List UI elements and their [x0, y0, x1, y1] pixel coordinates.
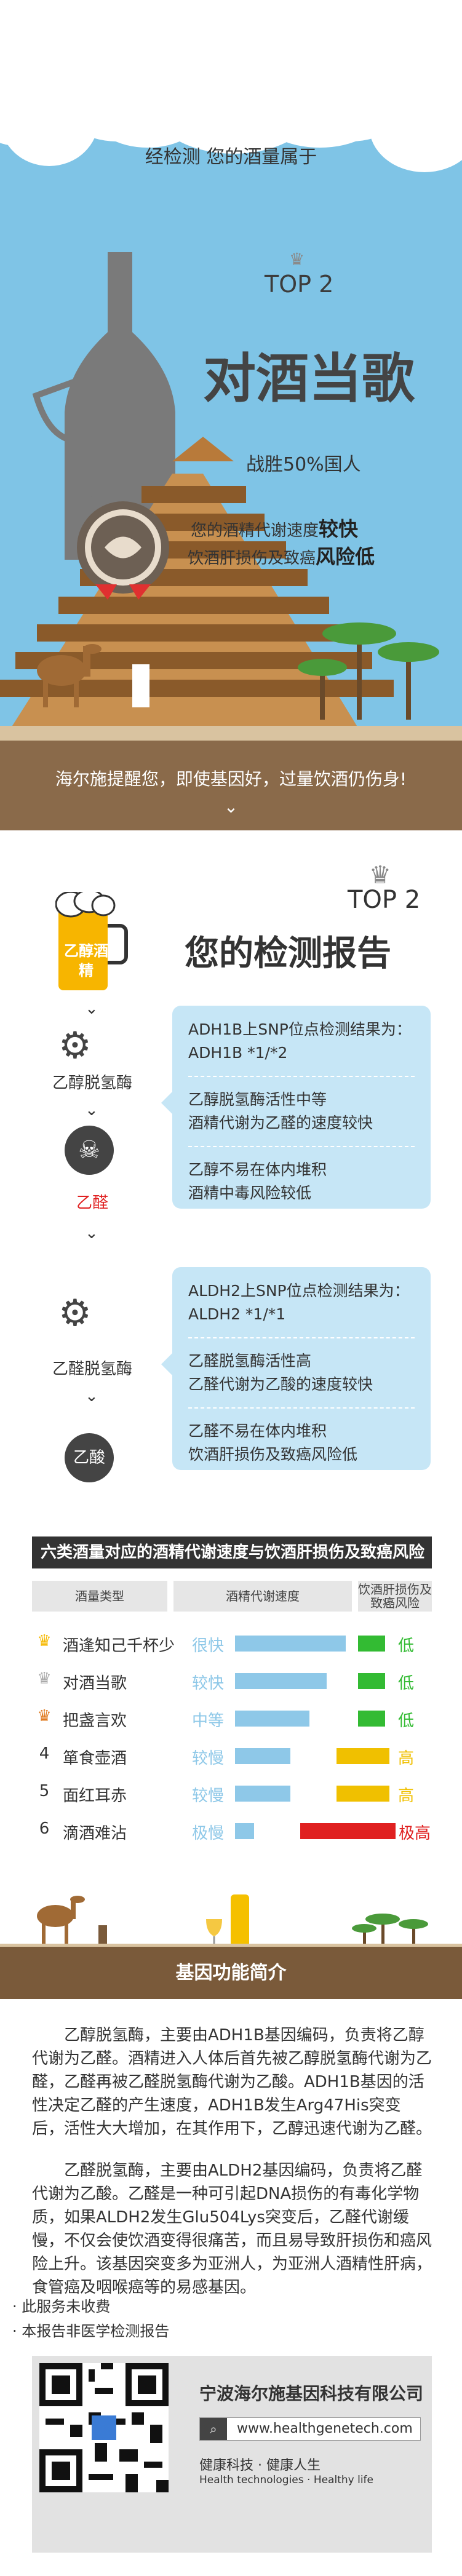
cloud — [92, 80, 203, 148]
callout-pointer — [161, 1353, 172, 1375]
risk-bar — [358, 1673, 385, 1689]
rank-number: 5 — [39, 1782, 50, 1800]
gene-intro-para: 乙醛脱氢酶，主要由ALDH2基因编码，负责将乙醛代谢为乙酸。乙醛是一种可引起DN… — [32, 2161, 432, 2297]
chevron-down-icon: ⌄ — [85, 1224, 98, 1242]
hero-intro: 经检测 您的酒量属于 — [145, 146, 317, 168]
report-title: 您的检测报告 — [185, 934, 391, 974]
enzyme1-label: 乙醇脱氢酶 — [52, 1074, 132, 1092]
intermediate-label: 乙醛 — [76, 1194, 108, 1212]
hero-desc-2: 饮酒肝损伤及致癌风险低 — [188, 545, 375, 568]
capacity-name: 面红耳赤 — [63, 1787, 127, 1805]
risk-label: 极高 — [399, 1824, 431, 1843]
qr-code-icon — [39, 2363, 169, 2492]
speed-label: 较慢 — [192, 1787, 225, 1805]
enzyme2-label: 乙醛脱氢酶 — [52, 1360, 132, 1378]
skull-icon: ☠ — [65, 1126, 114, 1175]
chevron-down-icon: ⌄ — [85, 1387, 98, 1405]
table-header: 酒精代谢速度 — [173, 1581, 352, 1612]
silver-crown-icon: ♛ — [37, 1669, 52, 1688]
risk-bar — [358, 1636, 385, 1652]
table-row: 6 滴酒难沾 极慢 极高 — [32, 1815, 432, 1847]
note-free: · 此服务未收费 — [12, 2298, 111, 2315]
table-row: 5 面红耳赤 较慢 高 — [32, 1777, 432, 1809]
aldh2-result-box: ALDH2上SNP位点检测结果为： ALDH2 *1/*1 乙醛脱氢酶活性高 乙… — [172, 1267, 431, 1470]
risk-bar — [337, 1786, 389, 1802]
final-label: 乙酸 — [65, 1433, 114, 1482]
hero-rank: TOP 2 — [265, 271, 334, 298]
gold-crown-icon: ♛ — [37, 1632, 52, 1650]
cloud — [258, 80, 381, 148]
gene-intro-header: 基因功能简介 — [0, 1947, 462, 1999]
hero-title: 对酒当歌 — [203, 348, 415, 410]
footer: 宁波海尔施基因科技有限公司 ⌕ www.healthgenetech.com 健… — [32, 2356, 432, 2553]
capacity-name: 箪食壶酒 — [63, 1749, 127, 1768]
adh1b-result-box: ADH1B上SNP位点检测结果为： ADH1B *1/*2 乙醇脱氢酶活性中等 … — [172, 1006, 431, 1209]
pyramid-illustration — [0, 252, 439, 726]
website-link[interactable]: ⌕ www.healthgenetech.com — [199, 2417, 421, 2441]
desert-scene-illustration — [37, 1894, 428, 1950]
risk-label: 高 — [398, 1749, 415, 1768]
gear-icon: ⚙ — [58, 1024, 92, 1067]
capacity-name: 滴酒难沾 — [63, 1824, 127, 1843]
risk-label: 低 — [398, 1637, 415, 1655]
speed-label: 很快 — [192, 1637, 225, 1655]
speed-label: 极慢 — [192, 1824, 225, 1843]
speed-bar — [235, 1748, 290, 1764]
note-disclaimer: · 本报告非医学检测报告 — [12, 2323, 170, 2340]
callout-pointer — [161, 1092, 172, 1114]
speed-label: 中等 — [192, 1712, 225, 1730]
speed-label: 较慢 — [192, 1749, 225, 1768]
risk-label: 低 — [398, 1674, 415, 1693]
hero-beat: 战胜50%国人 — [246, 454, 361, 475]
table-row: ♛ 把盏言欢 中等 低 — [32, 1702, 432, 1734]
capacity-name: 对酒当歌 — [63, 1674, 127, 1693]
speed-bar — [235, 1823, 254, 1839]
capacity-name: 把盏言欢 — [63, 1712, 127, 1730]
sand-strip — [0, 726, 462, 741]
glass-label: 乙醇酒精 — [64, 942, 108, 979]
gear-icon: ⚙ — [58, 1292, 92, 1335]
table-header: 酒量类型 — [32, 1581, 167, 1612]
rank-number: 4 — [39, 1744, 50, 1763]
hero-section: 经检测 您的酒量属于 ♛ TOP 2 对酒当歌 战胜50%国人 您的酒精代谢速度… — [0, 0, 462, 726]
search-icon: ⌕ — [200, 2418, 227, 2440]
risk-bar — [337, 1748, 389, 1764]
silver-crown-icon: ♛ — [289, 249, 305, 269]
hero-desc-1: 您的酒精代谢速度较快 — [191, 517, 359, 541]
capacity-name: 酒逢知己千杯少 — [63, 1637, 175, 1655]
table-row: ♛ 对酒当歌 较快 低 — [32, 1664, 432, 1696]
speed-bar — [235, 1636, 346, 1652]
table-header: 饮酒肝损伤及致癌风险 — [358, 1581, 432, 1612]
chevron-down-icon: ⌄ — [85, 1101, 98, 1119]
risk-bar — [358, 1711, 385, 1727]
slogan: 健康科技 · 健康人生 — [199, 2458, 321, 2473]
risk-label: 低 — [398, 1712, 415, 1730]
speed-label: 较快 — [192, 1674, 225, 1693]
chevron-down-icon: ⌄ — [85, 1000, 98, 1018]
risk-bar — [300, 1823, 396, 1839]
table-row: 4 箪食壶酒 较慢 高 — [32, 1739, 432, 1771]
bronze-crown-icon: ♛ — [37, 1707, 52, 1725]
risk-label: 高 — [398, 1787, 415, 1805]
speed-bar — [235, 1673, 327, 1689]
company-name: 宁波海尔施基因科技有限公司 — [199, 2383, 424, 2404]
gene-intro-para: 乙醇脱氢酶，主要由ADH1B基因编码，负责将乙醇代谢为乙醛。酒精进入人体后首先被… — [32, 2026, 432, 2138]
table-title: 六类酒量对应的酒精代谢速度与饮酒肝损伤及致癌风险 — [32, 1536, 432, 1568]
speed-bar — [235, 1786, 290, 1802]
chevron-down-icon[interactable]: ⌄ — [0, 797, 462, 817]
rank-number: 6 — [39, 1819, 50, 1838]
hero-reminder: 海尔施提醒您，即使基因好，过量饮酒仍伤身! — [55, 769, 407, 789]
speed-bar — [235, 1711, 309, 1727]
table-row: ♛ 酒逢知己千杯少 很快 低 — [32, 1627, 432, 1659]
slogan-en: Health technologies · Healthy life — [199, 2474, 373, 2486]
report-rank: TOP 2 — [348, 886, 421, 914]
